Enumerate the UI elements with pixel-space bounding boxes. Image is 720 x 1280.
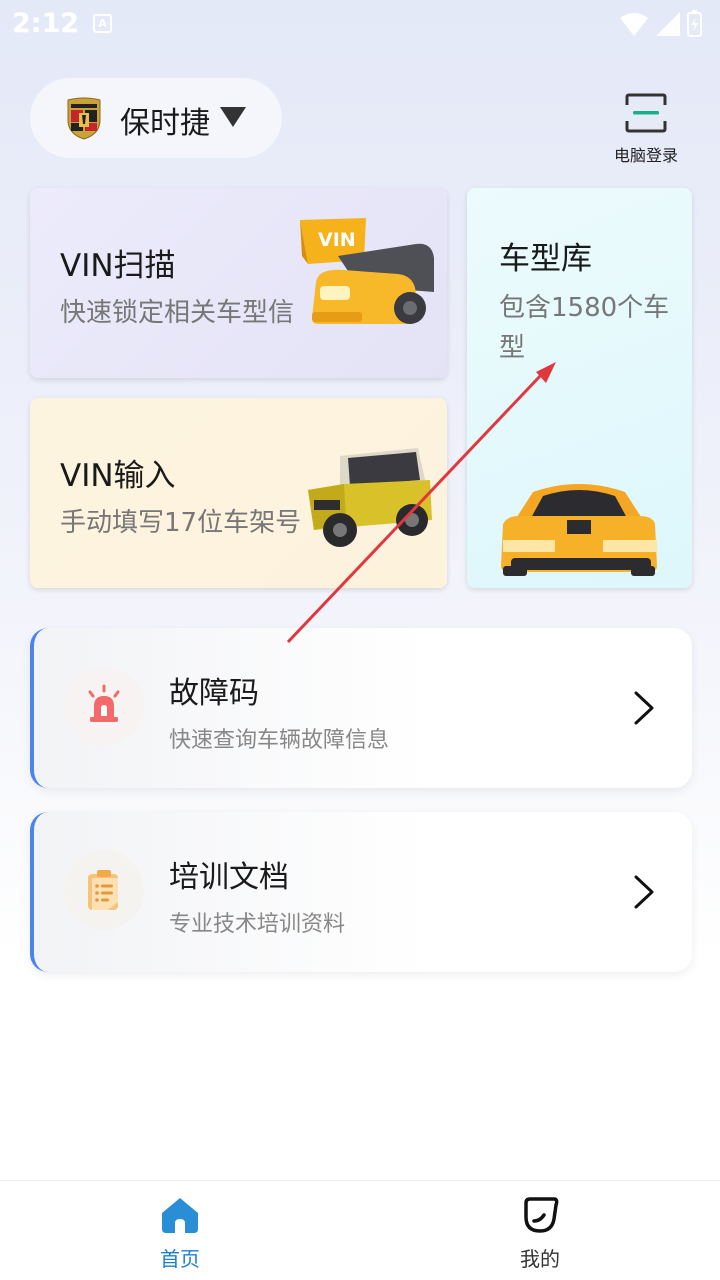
status-time: 2:12: [12, 8, 80, 39]
chevron-right-icon: [632, 874, 656, 914]
brand-selector[interactable]: 保时捷: [30, 78, 282, 158]
profile-icon: [520, 1195, 560, 1239]
bottom-nav: 首页 我的: [0, 1180, 720, 1280]
brand-name: 保时捷: [120, 106, 210, 141]
battery-icon: [687, 10, 702, 37]
vin-badge: VIN: [318, 229, 356, 251]
wifi-icon: [620, 13, 648, 36]
a-icon: A: [93, 14, 112, 33]
pc-login-button[interactable]: 电脑登录: [606, 90, 686, 165]
porsche-logo: [66, 96, 102, 144]
alarm-siren-icon: [64, 666, 144, 746]
fault-code-subtitle: 快速查询车辆故障信息: [169, 728, 390, 753]
sports-car-illustration: [497, 480, 662, 584]
nav-home-tab[interactable]: 首页: [0, 1181, 360, 1280]
fault-code-title: 故障码: [169, 676, 259, 711]
vin-scan-card[interactable]: VIN扫描 快速锁定相关车型信 VIN: [30, 188, 447, 378]
nav-home-label: 首页: [160, 1247, 200, 1271]
document-icon: [64, 850, 144, 930]
home-icon: [160, 1195, 200, 1239]
vin-input-title: VIN输入: [60, 458, 176, 494]
fault-code-item[interactable]: 故障码 快速查询车辆故障信息: [30, 628, 692, 788]
chevron-down-icon: [220, 107, 246, 127]
vin-scanner-illustration: VIN: [298, 216, 447, 342]
scan-icon: [625, 93, 667, 139]
chevron-right-icon: [632, 690, 656, 730]
training-docs-item[interactable]: 培训文档 专业技术培训资料: [30, 812, 692, 972]
nav-mine-label: 我的: [520, 1247, 560, 1271]
signal-icon: [656, 12, 680, 36]
vin-scan-title: VIN扫描: [60, 248, 176, 284]
vin-input-card[interactable]: VIN输入 手动填写17位车架号: [30, 398, 447, 588]
model-library-subtitle: 包含1580个车型: [499, 293, 670, 363]
status-bar: 2:12 A: [0, 0, 720, 50]
vin-input-subtitle: 手动填写17位车架号: [60, 508, 302, 538]
model-library-title: 车型库: [499, 241, 592, 277]
suv-illustration: [300, 444, 440, 558]
status-icons: [618, 10, 708, 38]
vin-scan-subtitle: 快速锁定相关车型信: [60, 298, 295, 328]
training-docs-title: 培训文档: [169, 860, 289, 895]
pc-login-label: 电脑登录: [613, 146, 678, 165]
model-library-card[interactable]: 车型库 包含1580个车型: [467, 188, 692, 588]
nav-mine-tab[interactable]: 我的: [360, 1181, 720, 1280]
training-docs-subtitle: 专业技术培训资料: [169, 912, 346, 937]
